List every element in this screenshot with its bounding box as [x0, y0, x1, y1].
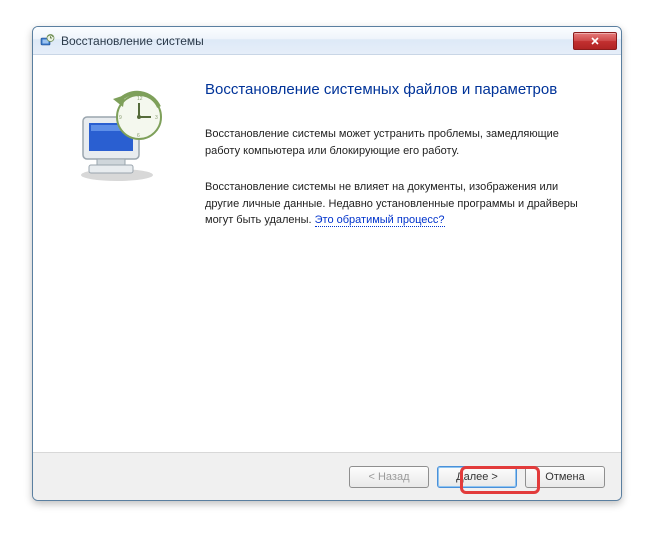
intro-paragraph-2: Восстановление системы не влияет на доку… [205, 179, 595, 229]
back-button: < Назад [349, 466, 429, 488]
cancel-button[interactable]: Отмена [525, 466, 605, 488]
titlebar: Восстановление системы [33, 27, 621, 55]
dialog-body: 12 3 6 9 Восстановление системных файлов… [33, 55, 621, 452]
content-area: Восстановление системных файлов и параме… [205, 81, 595, 452]
svg-text:3: 3 [155, 115, 158, 121]
side-image-area: 12 3 6 9 [59, 81, 179, 452]
svg-text:9: 9 [119, 115, 122, 121]
next-button[interactable]: Далее > [437, 466, 517, 488]
restore-image-icon: 12 3 6 9 [69, 87, 169, 187]
button-bar: < Назад Далее > Отмена [33, 452, 621, 500]
svg-text:12: 12 [137, 96, 143, 102]
window-title: Восстановление системы [61, 34, 567, 48]
system-restore-dialog: Восстановление системы 12 3 [32, 26, 622, 501]
svg-text:6: 6 [137, 133, 140, 139]
close-icon [590, 36, 600, 46]
close-button[interactable] [573, 32, 617, 50]
page-heading: Восстановление системных файлов и параме… [205, 81, 595, 98]
system-restore-icon [39, 33, 55, 49]
intro-paragraph-1: Восстановление системы может устранить п… [205, 126, 595, 159]
reversible-process-link[interactable]: Это обратимый процесс? [315, 214, 445, 227]
